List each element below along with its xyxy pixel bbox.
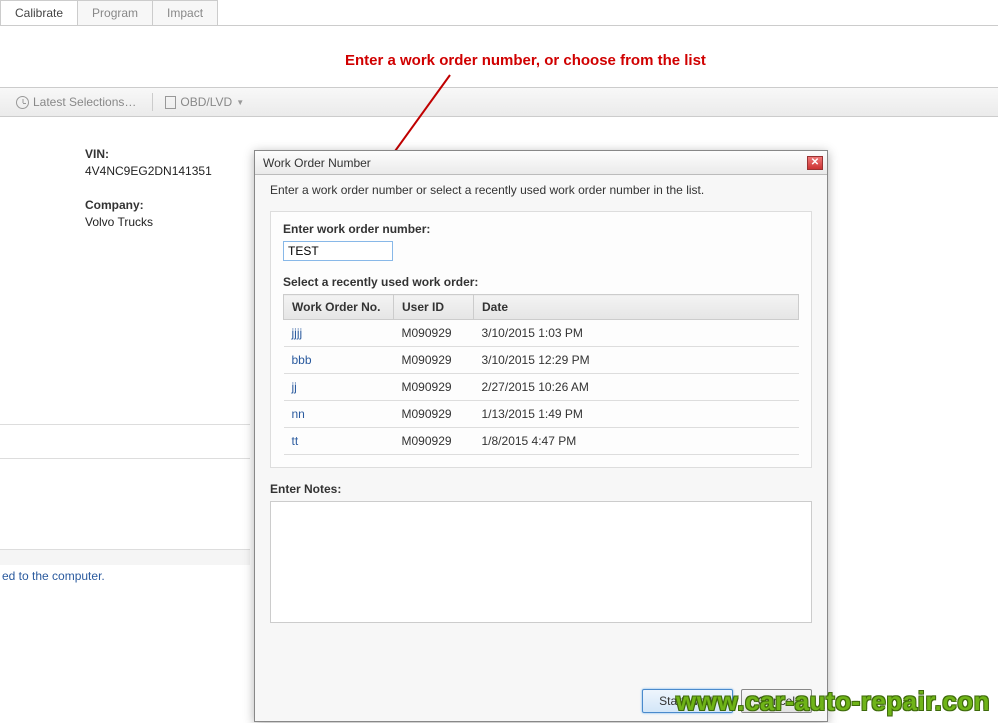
toolbar-obd-label: OBD/LVD	[180, 95, 232, 109]
toolbar-separator	[152, 93, 153, 111]
enter-wo-label: Enter work order number:	[283, 222, 799, 236]
cell-uid: M090929	[394, 428, 474, 455]
cell-wo: bbb	[284, 347, 394, 374]
dialog-instruction: Enter a work order number or select a re…	[270, 183, 812, 197]
cell-date: 3/10/2015 1:03 PM	[474, 320, 799, 347]
cell-wo: tt	[284, 428, 394, 455]
dialog-title-text: Work Order Number	[263, 156, 371, 170]
recent-wo-table: Work Order No. User ID Date jjjj M090929…	[283, 294, 799, 455]
clock-icon	[16, 96, 29, 109]
section-divider	[0, 458, 250, 459]
work-order-input[interactable]	[283, 241, 393, 261]
tab-program[interactable]: Program	[77, 0, 153, 25]
cell-uid: M090929	[394, 374, 474, 401]
cell-uid: M090929	[394, 320, 474, 347]
col-user-id[interactable]: User ID	[394, 295, 474, 320]
notes-label: Enter Notes:	[270, 482, 812, 496]
notes-textarea[interactable]	[270, 501, 812, 623]
table-row[interactable]: bbb M090929 3/10/2015 12:29 PM	[284, 347, 799, 374]
dialog-titlebar: Work Order Number ✕	[255, 151, 827, 175]
cell-uid: M090929	[394, 401, 474, 428]
tab-impact[interactable]: Impact	[152, 0, 218, 25]
table-row[interactable]: jj M090929 2/27/2015 10:26 AM	[284, 374, 799, 401]
dialog-body: Enter a work order number or select a re…	[255, 175, 827, 636]
toolbar-obd-dropdown[interactable]: OBD/LVD ▼	[157, 92, 252, 112]
table-row[interactable]: jjjj M090929 3/10/2015 1:03 PM	[284, 320, 799, 347]
cell-wo: jj	[284, 374, 394, 401]
section-divider	[0, 424, 250, 425]
document-icon	[165, 96, 176, 109]
work-order-panel: Enter work order number: Select a recent…	[270, 211, 812, 468]
recent-wo-label: Select a recently used work order:	[283, 275, 799, 289]
toolbar: Latest Selections… OBD/LVD ▼	[0, 87, 998, 117]
cell-date: 1/13/2015 1:49 PM	[474, 401, 799, 428]
col-work-order[interactable]: Work Order No.	[284, 295, 394, 320]
table-row[interactable]: nn M090929 1/13/2015 1:49 PM	[284, 401, 799, 428]
table-row[interactable]: tt M090929 1/8/2015 4:47 PM	[284, 428, 799, 455]
cell-date: 1/8/2015 4:47 PM	[474, 428, 799, 455]
annotation-text: Enter a work order number, or choose fro…	[345, 52, 706, 69]
watermark: www.car-auto-repair.con	[676, 686, 990, 717]
cell-date: 2/27/2015 10:26 AM	[474, 374, 799, 401]
cell-date: 3/10/2015 12:29 PM	[474, 347, 799, 374]
toolbar-latest-label: Latest Selections…	[33, 95, 136, 109]
toolbar-latest-selections[interactable]: Latest Selections…	[8, 92, 144, 112]
tab-bar: Calibrate Program Impact	[0, 0, 998, 26]
status-text: ed to the computer.	[2, 569, 105, 583]
work-order-dialog: Work Order Number ✕ Enter a work order n…	[254, 150, 828, 722]
chevron-down-icon: ▼	[236, 98, 244, 107]
close-icon[interactable]: ✕	[807, 156, 823, 170]
cell-uid: M090929	[394, 347, 474, 374]
cell-wo: nn	[284, 401, 394, 428]
status-bar	[0, 549, 250, 565]
tab-calibrate[interactable]: Calibrate	[0, 0, 78, 25]
cell-wo: jjjj	[284, 320, 394, 347]
col-date[interactable]: Date	[474, 295, 799, 320]
